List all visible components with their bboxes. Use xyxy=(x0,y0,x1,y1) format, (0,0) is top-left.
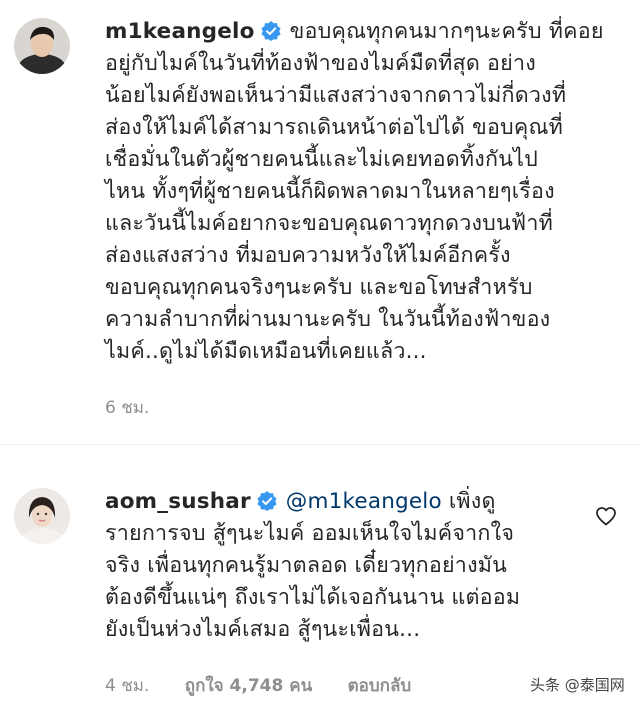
comment-1: m1keangelo ขอบคุณทุกคนมากๆนะครับ ที่คอย … xyxy=(0,0,640,445)
username[interactable]: aom_sushar xyxy=(105,489,251,514)
mention-link[interactable]: @m1keangelo xyxy=(286,489,442,514)
verified-badge-icon xyxy=(260,21,281,41)
username[interactable]: m1keangelo xyxy=(105,19,255,44)
avatar-m1keangelo[interactable] xyxy=(14,18,70,74)
comment-2: aom_sushar @m1keangelo เพิ่งดู รายการจบ … xyxy=(0,446,640,708)
comment-text: ขอบคุณทุกคนมากๆนะครับ ที่คอย อยู่กับไมค์… xyxy=(105,19,604,364)
watermark: 头条 @泰国网 xyxy=(530,676,625,694)
comment-meta: 4 ชม. ถูกใจ 4,748 คน ตอบกลับ xyxy=(105,672,441,699)
reply-button[interactable]: ตอบกลับ xyxy=(348,676,412,696)
comment-meta: 6 ชม. xyxy=(105,394,179,421)
timestamp[interactable]: 4 ชม. xyxy=(105,676,149,696)
likes-count[interactable]: ถูกใจ 4,748 คน xyxy=(185,676,312,696)
divider xyxy=(0,444,640,445)
comment-body: aom_sushar @m1keangelo เพิ่งดู รายการจบ … xyxy=(105,486,575,646)
verified-badge-icon xyxy=(257,491,277,511)
heart-icon[interactable] xyxy=(594,504,618,528)
timestamp[interactable]: 6 ชม. xyxy=(105,398,149,418)
avatar-aom-sushar[interactable] xyxy=(14,488,70,544)
comment-body: m1keangelo ขอบคุณทุกคนมากๆนะครับ ที่คอย … xyxy=(105,16,615,368)
